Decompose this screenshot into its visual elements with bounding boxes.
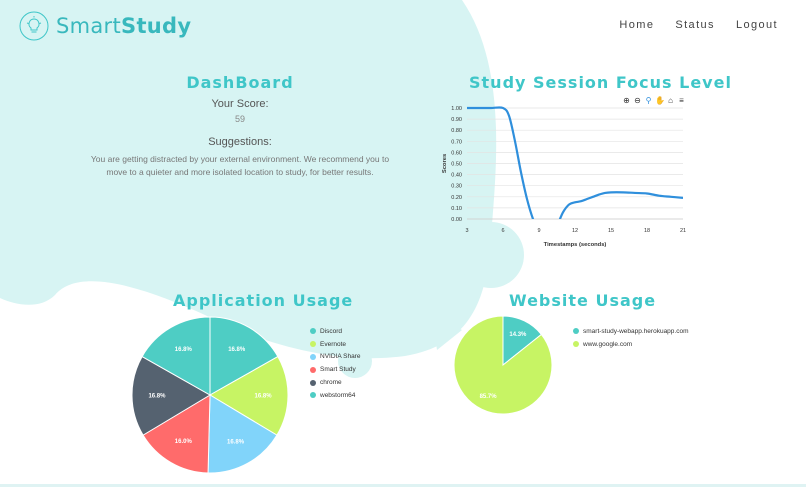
legend-item[interactable]: smart-study-webapp.herokuapp.com — [573, 325, 689, 338]
y-tick-label: 0.40 — [451, 173, 462, 179]
legend-label: Evernote — [320, 340, 347, 348]
legend-marker — [310, 379, 316, 386]
zoom-in-icon[interactable]: ⊕ — [622, 96, 631, 105]
legend-label: Smart Study — [320, 366, 356, 374]
legend-marker — [310, 366, 316, 373]
legend-label: NVIDIA Share — [320, 353, 361, 361]
dashboard-title: DashBoard — [186, 73, 294, 92]
chart-toolbar: ⊕ ⊖ ⚲ ✋ ⌂ ≡ — [622, 96, 686, 105]
web-usage-pie: 14.3% 85.7% — [453, 315, 553, 415]
nav-home[interactable]: Home — [619, 19, 654, 31]
score-value: 59 — [234, 114, 245, 124]
web-usage-legend: smart-study-webapp.herokuapp.com www.goog… — [573, 325, 689, 351]
pie-value-label: 16.8% — [227, 439, 245, 445]
logo[interactable]: SmartStudy — [19, 11, 191, 41]
y-tick-label: 0.90 — [451, 117, 462, 123]
legend-item[interactable]: Evernote — [310, 338, 360, 351]
y-tick-label: 0.60 — [451, 150, 462, 156]
x-tick-label: 21 — [680, 228, 686, 234]
y-tick-label: 0.10 — [451, 206, 462, 212]
x-tick-label: 6 — [501, 228, 504, 234]
nav-status[interactable]: Status — [675, 19, 715, 31]
pie-value-label: 16.8% — [255, 394, 273, 400]
legend-label: chrome — [320, 379, 342, 387]
y-tick-label: 0.30 — [451, 184, 462, 190]
magnify-icon[interactable]: ⚲ — [644, 96, 653, 105]
legend-item[interactable]: www.google.com — [573, 338, 689, 351]
x-tick-label: 12 — [572, 228, 578, 234]
legend-item[interactable]: chrome — [310, 376, 360, 389]
suggestions-text: You are getting distracted by your exter… — [90, 154, 390, 177]
legend-marker — [310, 341, 316, 348]
pie-value-label: 85.7% — [480, 394, 498, 400]
pie-value-label: 16.8% — [148, 394, 166, 400]
y-tick-label: 0.00 — [451, 217, 462, 223]
legend-label: smart-study-webapp.herokuapp.com — [583, 327, 689, 335]
focus-chart-title: Study Session Focus Level — [469, 73, 732, 92]
home-icon[interactable]: ⌂ — [666, 96, 675, 105]
legend-label: webstorm64 — [320, 391, 356, 399]
score-label: Your Score: — [211, 98, 269, 110]
y-tick-label: 0.80 — [451, 128, 462, 134]
legend-marker — [573, 341, 579, 348]
decor-square — [384, 271, 414, 301]
pie-value-label: 16.0% — [175, 439, 193, 445]
pie-value-label: 16.8% — [228, 347, 246, 353]
legend-item[interactable]: Smart Study — [310, 363, 360, 376]
zoom-out-icon[interactable]: ⊖ — [633, 96, 642, 105]
legend-item[interactable]: webstorm64 — [310, 389, 360, 402]
lightbulb-icon — [19, 11, 49, 41]
suggestions-label: Suggestions: — [208, 136, 272, 148]
focus-series-line — [467, 106, 683, 219]
app-usage-legend: Discord Evernote NVIDIA Share Smart Study ch… — [310, 325, 360, 402]
focus-line-chart: 0.00 0.10 0.20 0.30 0.40 0.50 0.60 0.70 0.80 0.90… — [442, 106, 686, 248]
y-tick-label: 0.70 — [451, 139, 462, 145]
legend-item[interactable]: Discord — [310, 325, 360, 338]
top-nav: Home Status Logout — [619, 19, 778, 31]
pan-hand-icon[interactable]: ✋ — [655, 96, 665, 105]
y-tick-label: 0.20 — [451, 195, 462, 201]
legend-marker — [310, 353, 316, 360]
x-tick-label: 9 — [537, 228, 540, 234]
app-usage-title: Application Usage — [173, 291, 354, 310]
x-tick-label: 18 — [644, 228, 650, 234]
app-usage-pie: 16.8% 16.8% 16.8% 16.0% 16.8% 16.8% — [131, 316, 289, 474]
x-tick-label: 15 — [608, 228, 614, 234]
x-axis-label: Timestamps (seconds) — [544, 242, 607, 248]
y-tick-label: 0.50 — [451, 162, 462, 168]
y-axis-label: Scores — [442, 154, 448, 173]
legend-marker — [310, 328, 316, 335]
web-usage-title: Website Usage — [509, 291, 657, 310]
brand-name: SmartStudy — [56, 14, 192, 38]
legend-label: www.google.com — [583, 340, 633, 348]
menu-icon[interactable]: ≡ — [677, 96, 686, 105]
legend-marker — [573, 328, 579, 335]
pie-value-label: 14.3% — [509, 332, 527, 338]
pie-value-label: 16.8% — [175, 347, 193, 353]
legend-marker — [310, 392, 316, 399]
legend-item[interactable]: NVIDIA Share — [310, 351, 360, 364]
x-tick-label: 3 — [465, 228, 468, 234]
dashboard-panel: DashBoard Your Score: 59 Suggestions: Yo… — [80, 73, 400, 179]
legend-label: Discord — [320, 327, 343, 335]
y-tick-label: 1.00 — [451, 106, 462, 112]
nav-logout[interactable]: Logout — [736, 19, 778, 31]
